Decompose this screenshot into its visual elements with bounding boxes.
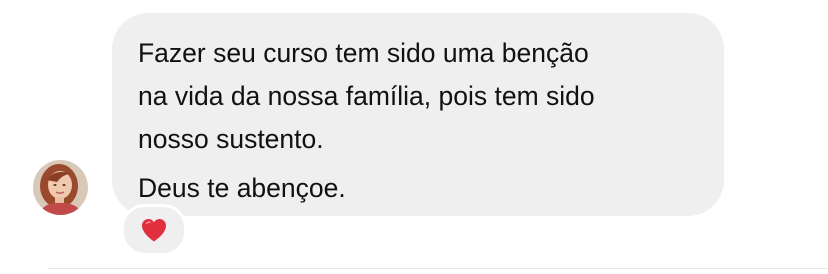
heart-icon: [142, 219, 166, 242]
message-line: na vida da nossa família, pois tem sido: [138, 81, 595, 111]
message-line: Fazer seu curso tem sido uma benção: [138, 38, 589, 68]
reaction-badge[interactable]: [121, 204, 187, 256]
avatar[interactable]: [33, 160, 88, 215]
message-bubble[interactable]: Fazer seu curso tem sido uma benção na v…: [112, 13, 724, 216]
divider: [48, 268, 828, 269]
chat-thread: Fazer seu curso tem sido uma benção na v…: [0, 0, 828, 274]
message-line: Deus te abençoe.: [138, 173, 346, 203]
message-line: nosso sustento.: [138, 124, 324, 154]
message-paragraph: Fazer seu curso tem sido uma benção na v…: [138, 32, 700, 161]
avatar-photo: [33, 160, 88, 215]
message-paragraph: Deus te abençoe.: [138, 167, 700, 210]
